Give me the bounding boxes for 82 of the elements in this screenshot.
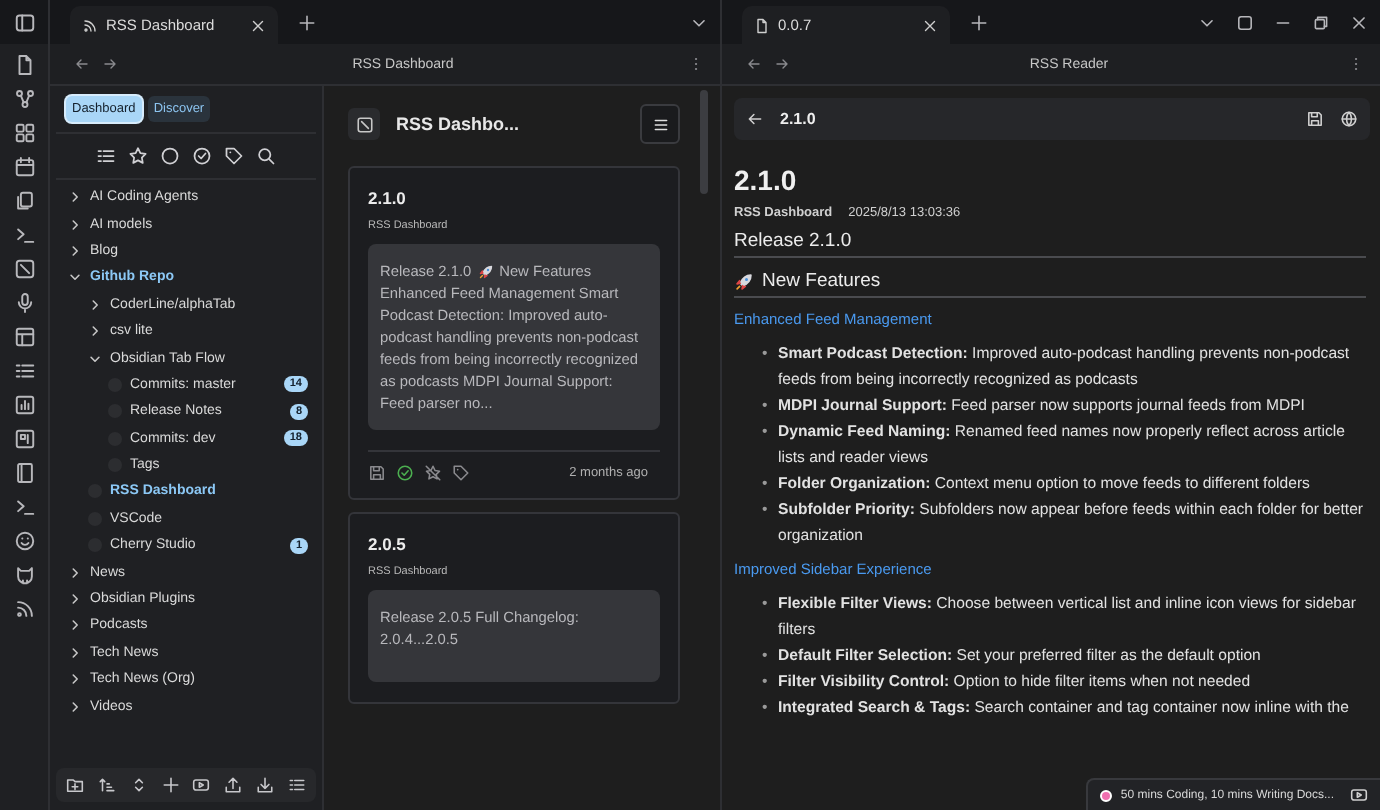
timer-icon	[1100, 789, 1113, 801]
new-tab-icon[interactable]	[970, 13, 988, 31]
heading: New Features	[762, 270, 881, 292]
terminal-icon[interactable]	[13, 224, 35, 246]
terminal-icon[interactable]	[13, 496, 35, 518]
menu-icon	[651, 115, 669, 133]
cat-icon[interactable]	[13, 564, 35, 586]
article-card[interactable]	[348, 166, 680, 500]
smiley-icon[interactable]	[13, 530, 35, 552]
book-icon[interactable]	[13, 462, 35, 484]
tag-icon[interactable]	[224, 146, 244, 166]
menu-button[interactable]	[640, 104, 680, 144]
forward-icon[interactable]	[774, 56, 790, 72]
check-circle-icon[interactable]	[396, 464, 414, 482]
rss-icon[interactable]	[13, 598, 35, 620]
back-icon[interactable]	[746, 110, 764, 128]
heading: Release 2.1.0	[734, 230, 852, 252]
graph-icon[interactable]	[13, 88, 35, 110]
feed-title: RSS Dashbo...	[396, 114, 522, 134]
video-icon[interactable]	[192, 776, 211, 794]
close-icon[interactable]	[250, 17, 266, 33]
board-icon[interactable]	[13, 428, 35, 450]
square-icon[interactable]	[1236, 13, 1254, 31]
list-icon[interactable]	[13, 360, 35, 382]
chevron-icon[interactable]	[68, 270, 82, 285]
sort-icon[interactable]	[97, 776, 116, 794]
sidebar-toggle-button[interactable]	[348, 108, 380, 140]
article-title: 2.1.0	[368, 188, 408, 208]
copy-icon[interactable]	[13, 190, 35, 212]
list-icon[interactable]	[96, 146, 116, 166]
monitor-icon[interactable]	[1350, 786, 1368, 804]
chevron-icon[interactable]	[88, 297, 102, 312]
back-icon[interactable]	[746, 56, 762, 72]
unstar-icon[interactable]	[424, 464, 442, 482]
chevron-icon[interactable]	[88, 324, 102, 339]
rss-icon	[82, 17, 98, 33]
chevron-icon[interactable]	[68, 190, 82, 205]
restore-icon[interactable]	[1312, 13, 1330, 31]
chevron-icon[interactable]	[68, 592, 82, 607]
reader-title: 2.1.0	[780, 110, 816, 128]
rocket-icon	[734, 271, 754, 291]
file-icon	[754, 17, 770, 33]
new-tab-icon[interactable]	[298, 13, 316, 31]
scrollbar[interactable]	[700, 90, 708, 194]
frame-icon[interactable]	[13, 258, 35, 280]
calendar-icon[interactable]	[13, 156, 35, 178]
article-title: 2.1.0	[734, 164, 799, 196]
sidebar-toggle-icon[interactable]	[13, 11, 35, 33]
chevron-icon[interactable]	[88, 351, 102, 366]
chart-icon[interactable]	[13, 394, 35, 416]
search-icon[interactable]	[256, 146, 276, 166]
chevron-icon[interactable]	[68, 618, 82, 633]
chevron-icon[interactable]	[68, 243, 82, 258]
back-icon[interactable]	[74, 56, 90, 72]
microphone-icon[interactable]	[13, 292, 35, 314]
file-icon[interactable]	[13, 54, 35, 76]
save-icon[interactable]	[1306, 110, 1324, 128]
download-icon[interactable]	[256, 776, 275, 794]
close-icon[interactable]	[922, 17, 938, 33]
tag-icon[interactable]	[452, 464, 470, 482]
rocket-icon	[477, 263, 494, 279]
panel-icon	[355, 115, 373, 133]
plus-icon[interactable]	[161, 776, 180, 794]
upload-icon[interactable]	[224, 776, 243, 794]
globe-icon[interactable]	[1340, 110, 1358, 128]
chevron-icon[interactable]	[68, 217, 82, 232]
star-icon[interactable]	[128, 146, 148, 166]
chevron-icon[interactable]	[68, 645, 82, 660]
close-icon[interactable]	[1350, 13, 1368, 31]
forward-icon[interactable]	[102, 56, 118, 72]
expand-icon[interactable]	[129, 776, 148, 794]
article-title: 2.0.5	[368, 534, 408, 554]
list-icon[interactable]	[287, 776, 306, 794]
chevron-icon[interactable]	[68, 565, 82, 580]
chevron-icon[interactable]	[68, 672, 82, 687]
check-circle-icon[interactable]	[192, 146, 212, 166]
folder-plus-icon[interactable]	[66, 776, 84, 794]
chevron-icon[interactable]	[68, 699, 82, 714]
layout-icon[interactable]	[13, 326, 35, 348]
grid-icon[interactable]	[13, 122, 35, 144]
circle-icon[interactable]	[160, 146, 180, 166]
save-icon[interactable]	[368, 464, 386, 482]
